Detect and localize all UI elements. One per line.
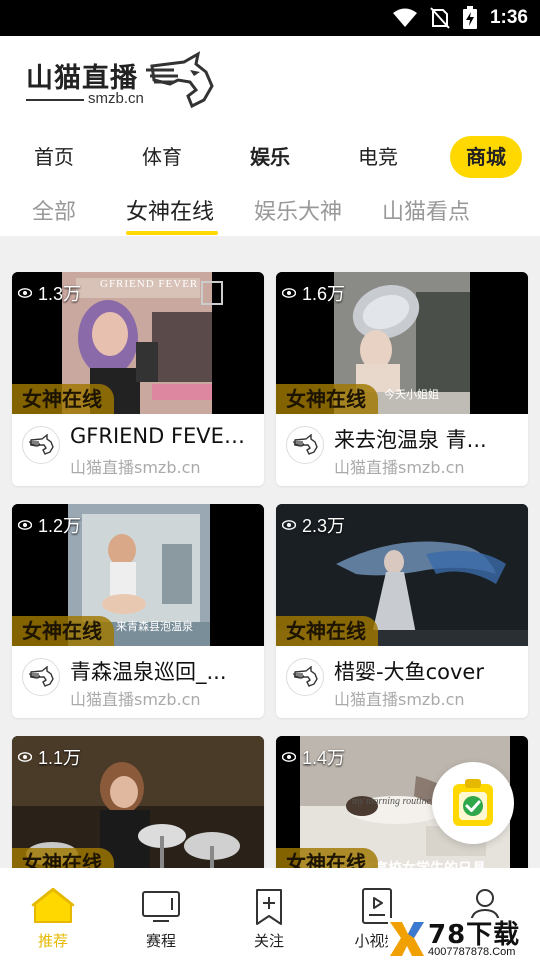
video-thumbnail: 1.1万 女神在线 bbox=[12, 736, 264, 878]
view-count: 1.1万 bbox=[18, 744, 81, 770]
eye-icon bbox=[18, 520, 32, 530]
subtab-goddess-online[interactable]: 女神在线 bbox=[126, 194, 214, 226]
channel-name: 山猫直播smzb.cn bbox=[70, 690, 201, 709]
view-count: 1.2万 bbox=[18, 512, 81, 538]
view-count: 1.3万 bbox=[18, 280, 81, 306]
logo-divider bbox=[26, 99, 84, 101]
view-count: 1.4万 bbox=[282, 744, 345, 770]
nav-recommend[interactable]: 推荐 bbox=[8, 886, 98, 951]
avatar bbox=[286, 658, 324, 696]
thumbnail-caption: GFRIEND FEVER bbox=[100, 278, 199, 290]
thumbnail-caption: 今天小姐姐 bbox=[384, 388, 439, 401]
channel-name: 山猫直播smzb.cn bbox=[70, 458, 201, 477]
channel-name: 山猫直播smzb.cn bbox=[334, 458, 465, 477]
category-tag-text: 女神在线 bbox=[286, 387, 366, 411]
header: 山猫直播 smzb.cn 首页 体育 娱乐 电竞 商城 全部 女神在线 娱乐大神… bbox=[0, 36, 540, 236]
view-count: 2.3万 bbox=[282, 512, 345, 538]
nav-follow[interactable]: 关注 bbox=[224, 886, 314, 951]
sub-tabs: 全部 女神在线 娱乐大神 山猫看点 bbox=[0, 194, 540, 235]
video-card[interactable]: 2.3万 女神在线 棤婴-大鱼cover 山猫直播smzb.cn bbox=[276, 504, 528, 718]
tv-icon bbox=[142, 891, 180, 922]
video-title: GFRIEND FEVER... bbox=[70, 424, 256, 448]
tab-esports[interactable]: 电竞 bbox=[352, 136, 404, 178]
avatar bbox=[22, 426, 60, 464]
card-info: GFRIEND FEVER... 山猫直播smzb.cn bbox=[12, 414, 264, 486]
battery-charging-icon bbox=[462, 6, 477, 29]
tab-mall[interactable]: 商城 bbox=[450, 136, 522, 178]
watermark-x-logo-icon bbox=[390, 922, 424, 956]
thumbnail-caption: 来青森县泡温泉 bbox=[116, 620, 193, 633]
category-tag-text: 女神在线 bbox=[286, 619, 366, 643]
logo-domain: smzb.cn bbox=[88, 90, 144, 107]
eye-icon bbox=[18, 288, 32, 298]
category-tag: 女神在线 bbox=[276, 616, 378, 646]
no-sim-icon bbox=[430, 7, 450, 29]
avatar bbox=[286, 426, 324, 464]
nav-label: 赛程 bbox=[145, 932, 176, 950]
category-tag: 女神在线 bbox=[276, 384, 378, 414]
view-count-text: 2.3万 bbox=[302, 516, 346, 536]
subtab-all[interactable]: 全部 bbox=[32, 194, 76, 226]
category-tabs: 首页 体育 娱乐 电竞 商城 bbox=[0, 136, 540, 178]
channel-name: 山猫直播smzb.cn bbox=[334, 690, 465, 709]
lynx-avatar-icon bbox=[293, 666, 318, 687]
video-card[interactable]: 来青森县泡温泉 1.2万 女神在线 青森温泉巡回_... 山猫直播smzb.cn bbox=[12, 504, 264, 718]
card-info: 青森温泉巡回_... 山猫直播smzb.cn bbox=[12, 646, 264, 718]
lynx-avatar-icon bbox=[293, 434, 318, 455]
eye-icon bbox=[282, 752, 296, 762]
view-count-text: 1.6万 bbox=[302, 284, 346, 304]
video-title: 来去泡温泉 青... bbox=[334, 428, 487, 452]
site-watermark: 78下载 4007787878.Com bbox=[388, 918, 540, 960]
video-card[interactable]: 今天小姐姐 1.6万 女神在线 来去泡温泉 青... 山猫直播smzb.cn bbox=[276, 272, 528, 486]
home-icon bbox=[31, 887, 75, 923]
nav-schedule[interactable]: 赛程 bbox=[116, 886, 206, 951]
eye-icon bbox=[282, 520, 296, 530]
tab-home[interactable]: 首页 bbox=[28, 136, 80, 178]
tab-entertainment[interactable]: 娱乐 bbox=[244, 136, 296, 178]
view-count: 1.6万 bbox=[282, 280, 345, 306]
bookmark-plus-icon bbox=[256, 889, 282, 925]
status-bar: 1:36 bbox=[0, 0, 540, 36]
nav-label: 推荐 bbox=[37, 932, 68, 950]
lynx-logo-icon bbox=[146, 51, 214, 109]
card-info: 来去泡温泉 青... 山猫直播smzb.cn bbox=[276, 414, 528, 486]
view-count-text: 1.4万 bbox=[302, 748, 346, 768]
tab-sports[interactable]: 体育 bbox=[136, 136, 188, 178]
category-tag-text: 女神在线 bbox=[22, 619, 102, 643]
wifi-icon bbox=[392, 8, 417, 27]
app-root: 1:36 山猫直播 smzb.cn 首页 体育 娱乐 电竞 商城 全部 女神在线 bbox=[0, 0, 540, 960]
status-time: 1:36 bbox=[489, 7, 528, 28]
video-thumbnail: 来青森县泡温泉 1.2万 女神在线 bbox=[12, 504, 264, 646]
watermark-url: 4007787878.Com bbox=[428, 946, 516, 958]
subtab-entertainment-stars[interactable]: 娱乐大神 bbox=[254, 194, 342, 226]
task-float-button[interactable] bbox=[432, 762, 514, 844]
clipboard-check-icon bbox=[453, 779, 493, 826]
video-thumbnail: 今天小姐姐 1.6万 女神在线 bbox=[276, 272, 528, 414]
app-logo: 山猫直播 smzb.cn bbox=[26, 50, 216, 110]
nav-label: 关注 bbox=[253, 932, 284, 950]
subtab-active-indicator bbox=[126, 231, 218, 235]
view-count-text: 1.2万 bbox=[38, 516, 82, 536]
video-card[interactable]: GFRIEND FEVER 1.3万 女神在线 GFRIEND FEVER...… bbox=[12, 272, 264, 486]
video-thumbnail: GFRIEND FEVER 1.3万 女神在线 bbox=[12, 272, 264, 414]
lynx-avatar-icon bbox=[29, 434, 54, 455]
video-title: 棤婴-大鱼cover bbox=[334, 660, 484, 684]
eye-icon bbox=[18, 752, 32, 762]
view-count-text: 1.3万 bbox=[38, 284, 82, 304]
avatar bbox=[22, 658, 60, 696]
card-info: 棤婴-大鱼cover 山猫直播smzb.cn bbox=[276, 646, 528, 718]
category-tag-text: 女神在线 bbox=[22, 387, 102, 411]
thumbnail-script-text: my morning routine bbox=[352, 796, 432, 807]
video-title: 青森温泉巡回_... bbox=[70, 660, 227, 684]
video-thumbnail: 2.3万 女神在线 bbox=[276, 504, 528, 646]
view-count-text: 1.1万 bbox=[38, 748, 82, 768]
category-tag: 女神在线 bbox=[12, 616, 114, 646]
lynx-avatar-icon bbox=[29, 666, 54, 687]
subtab-lynx-highlights[interactable]: 山猫看点 bbox=[382, 194, 470, 226]
category-tag: 女神在线 bbox=[12, 384, 114, 414]
eye-icon bbox=[282, 288, 296, 298]
